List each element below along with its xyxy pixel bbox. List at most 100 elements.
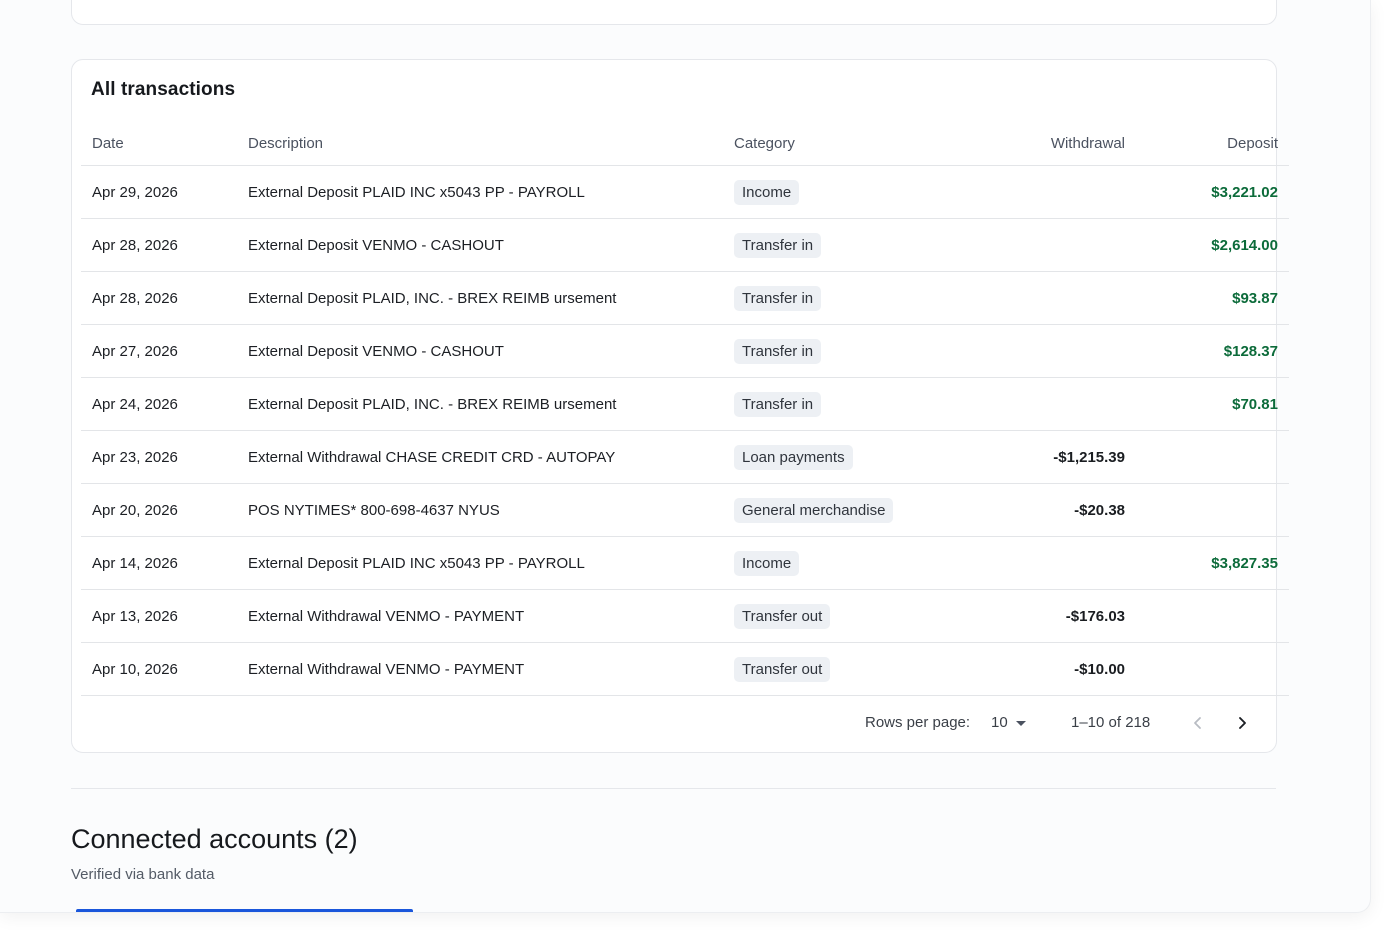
deposit-amount: $70.81: [1232, 395, 1278, 413]
withdrawal-amount: -$10.00: [1074, 660, 1125, 678]
cell-withdrawal: -$176.03: [980, 589, 1125, 643]
rows-per-page-value: 10: [991, 714, 1008, 731]
table-row[interactable]: Apr 14, 2026 External Deposit PLAID INC x…: [81, 536, 1289, 590]
deposit-amount: $3,827.35: [1211, 554, 1278, 572]
deposit-amount: $2,614.00: [1211, 236, 1278, 254]
transactions-card: All transactions Date Description Catego…: [71, 59, 1289, 753]
cell-date: Apr 24, 2026: [81, 377, 248, 431]
category-badge: Transfer in: [734, 232, 822, 258]
cell-date: Apr 13, 2026: [81, 589, 248, 643]
pagination: Rows per page: 10 1–10 of 218: [72, 708, 1276, 738]
cell-deposit: $93.87: [1125, 271, 1289, 325]
deposit-amount: $3,221.02: [1211, 183, 1278, 201]
chevron-left-icon: [1194, 717, 1201, 729]
pagination-range: 1–10 of 218: [1071, 714, 1151, 731]
cell-category: Income: [734, 536, 980, 590]
cell-withdrawal: [980, 271, 1125, 325]
table-row[interactable]: Apr 28, 2026 External Deposit PLAID, INC.…: [81, 271, 1289, 325]
column-header-description[interactable]: Description: [248, 122, 734, 166]
transactions-title: All transactions: [91, 79, 236, 100]
cell-category: Transfer in: [734, 271, 980, 325]
cell-description: External Withdrawal CHASE CREDIT CRD - A…: [248, 430, 734, 484]
next-page-button[interactable]: [1227, 708, 1257, 738]
table-row[interactable]: Apr 29, 2026 External Deposit PLAID INC x…: [81, 165, 1289, 219]
withdrawal-amount: -$1,215.39: [1053, 448, 1125, 466]
connected-accounts-subtitle: Verified via bank data: [71, 866, 215, 883]
cell-description: POS NYTIMES* 800-698-4637 NYUS: [248, 483, 734, 537]
cell-withdrawal: -$1,215.39: [980, 430, 1125, 484]
cell-category: Transfer in: [734, 324, 980, 378]
cell-date: Apr 27, 2026: [81, 324, 248, 378]
connected-accounts-title: Connected accounts (2): [71, 824, 358, 854]
withdrawal-amount: -$20.38: [1074, 501, 1125, 519]
table-row[interactable]: Apr 10, 2026 External Withdrawal VENMO - …: [81, 642, 1289, 696]
cell-description: External Deposit PLAID INC x5043 PP - PA…: [248, 536, 734, 590]
cell-description: External Deposit PLAID INC x5043 PP - PA…: [248, 165, 734, 219]
cell-date: Apr 14, 2026: [81, 536, 248, 590]
rows-per-page-select[interactable]: 10: [991, 714, 1026, 731]
column-header-date[interactable]: Date: [81, 122, 248, 166]
main-panel: All transactions Date Description Catego…: [0, 0, 1371, 913]
cell-date: Apr 23, 2026: [81, 430, 248, 484]
cell-category: Loan payments: [734, 430, 980, 484]
cell-description: External Deposit VENMO - CASHOUT: [248, 218, 734, 272]
category-badge: Loan payments: [734, 444, 853, 470]
chevron-right-icon: [1239, 717, 1246, 729]
cell-date: Apr 29, 2026: [81, 165, 248, 219]
cell-withdrawal: [980, 165, 1125, 219]
caret-down-icon: [1015, 721, 1026, 726]
column-header-withdrawal[interactable]: Withdrawal: [980, 122, 1125, 166]
cell-category: Transfer in: [734, 377, 980, 431]
category-badge: Income: [734, 179, 800, 205]
table-row[interactable]: Apr 27, 2026 External Deposit VENMO - CAS…: [81, 324, 1289, 378]
cell-deposit: [1125, 589, 1289, 643]
category-badge: General merchandise: [734, 497, 894, 523]
category-badge: Transfer out: [734, 603, 831, 629]
cell-description: External Withdrawal VENMO - PAYMENT: [248, 589, 734, 643]
column-header-category[interactable]: Category: [734, 122, 980, 166]
cell-description: External Deposit PLAID, INC. - BREX REIM…: [248, 271, 734, 325]
cell-date: Apr 10, 2026: [81, 642, 248, 696]
cell-category: Transfer out: [734, 589, 980, 643]
previous-page-button[interactable]: [1183, 708, 1213, 738]
category-badge: Transfer in: [734, 391, 822, 417]
cell-deposit: $2,614.00: [1125, 218, 1289, 272]
cell-withdrawal: [980, 218, 1125, 272]
table-row[interactable]: Apr 20, 2026 POS NYTIMES* 800-698-4637 NY…: [81, 483, 1289, 537]
category-badge: Income: [734, 550, 800, 576]
cell-date: Apr 28, 2026: [81, 271, 248, 325]
cell-deposit: $3,221.02: [1125, 165, 1289, 219]
cell-description: External Deposit PLAID, INC. - BREX REIM…: [248, 377, 734, 431]
table-header-row: Date Description Category Withdrawal Dep…: [81, 122, 1289, 166]
deposit-amount: $128.37: [1223, 342, 1278, 360]
rows-per-page-label: Rows per page:: [865, 714, 971, 731]
category-badge: Transfer out: [734, 656, 831, 682]
category-badge: Transfer in: [734, 338, 822, 364]
column-header-deposit[interactable]: Deposit: [1125, 122, 1289, 166]
table-row[interactable]: Apr 28, 2026 External Deposit VENMO - CAS…: [81, 218, 1289, 272]
category-badge: Transfer in: [734, 285, 822, 311]
cell-deposit: $3,827.35: [1125, 536, 1289, 590]
table-row[interactable]: Apr 23, 2026 External Withdrawal CHASE CR…: [81, 430, 1289, 484]
cell-deposit: $70.81: [1125, 377, 1289, 431]
cell-category: General merchandise: [734, 483, 980, 537]
section-divider: [71, 788, 1276, 789]
transactions-table: Date Description Category Withdrawal Dep…: [81, 122, 1289, 696]
previous-card: [71, 0, 1277, 25]
cell-description: External Withdrawal VENMO - PAYMENT: [248, 642, 734, 696]
withdrawal-amount: -$176.03: [1065, 607, 1125, 625]
active-tab-indicator: [76, 909, 413, 912]
cell-withdrawal: [980, 536, 1125, 590]
cell-withdrawal: [980, 324, 1125, 378]
cell-deposit: $128.37: [1125, 324, 1289, 378]
cell-category: Transfer out: [734, 642, 980, 696]
cell-deposit: [1125, 483, 1289, 537]
table-row[interactable]: Apr 13, 2026 External Withdrawal VENMO - …: [81, 589, 1289, 643]
cell-withdrawal: [980, 377, 1125, 431]
cell-deposit: [1125, 430, 1289, 484]
cell-description: External Deposit VENMO - CASHOUT: [248, 324, 734, 378]
cell-date: Apr 20, 2026: [81, 483, 248, 537]
table-row[interactable]: Apr 24, 2026 External Deposit PLAID, INC.…: [81, 377, 1289, 431]
cell-deposit: [1125, 642, 1289, 696]
deposit-amount: $93.87: [1232, 289, 1278, 307]
